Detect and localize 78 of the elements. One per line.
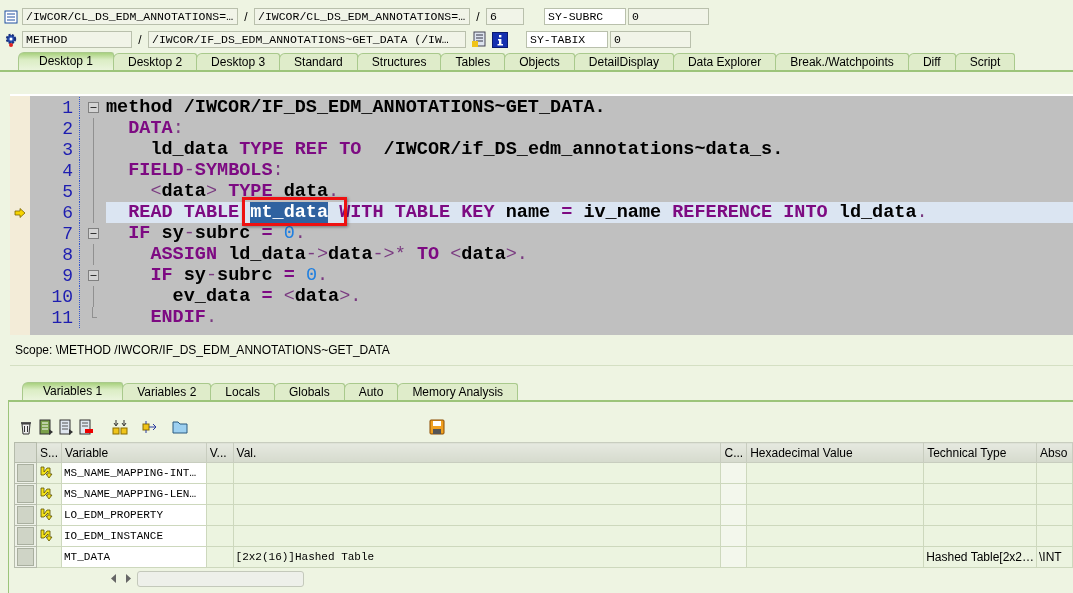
tab[interactable]: Script	[954, 53, 1016, 70]
tab[interactable]: DetailDisplay	[573, 53, 674, 70]
code-line: IF sy-subrc = 0.	[149, 265, 330, 286]
path-separator: /	[243, 9, 249, 24]
tab[interactable]: Variables 1	[22, 382, 124, 400]
tab[interactable]: Desktop 2	[113, 53, 198, 70]
column-header[interactable]: Val.	[233, 442, 721, 463]
line-number: 5	[61, 181, 73, 202]
tab[interactable]: Locals	[210, 383, 275, 400]
document-icon[interactable]	[38, 419, 54, 435]
program-field[interactable]: /IWCOR/CL_DS_EDM_ANNOTATIONS=…	[22, 8, 238, 25]
column-header[interactable]: Abso	[1036, 442, 1073, 463]
info-icon[interactable]	[492, 31, 508, 48]
program-field[interactable]: METHOD	[22, 31, 132, 48]
program-field[interactable]: 6	[486, 8, 524, 25]
table-cell: [2x2(16)]Hashed Table	[233, 546, 721, 568]
path-separator: /	[137, 32, 143, 47]
code-line: FIELD-SYMBOLS:	[127, 160, 285, 181]
tab[interactable]: Structures	[356, 53, 442, 70]
column-header[interactable]: V...	[206, 442, 234, 463]
trash-icon[interactable]	[18, 419, 34, 435]
scroll-left-icon[interactable]	[109, 571, 119, 586]
collapse-icon[interactable]	[87, 270, 99, 281]
code-line: ld_data TYPE REF TO /IWCOR/if_DS_edm_annotations~data_s.	[149, 139, 785, 160]
tab[interactable]: Standard	[279, 53, 358, 70]
line-number: 2	[61, 118, 73, 139]
folder-icon[interactable]	[172, 419, 188, 435]
path-separator: /	[475, 9, 481, 24]
scope-label: Scope: \METHOD /IWCOR/IF_DS_EDM_ANNOTATIONS~GET_DATA	[14, 342, 391, 359]
line-number: 8	[61, 244, 73, 265]
code-line: ENDIF.	[149, 307, 219, 328]
system-field-name: SY-SUBRC	[544, 8, 626, 25]
line-number: 9	[61, 265, 73, 286]
code-line: DATA:	[127, 118, 185, 139]
scroll-right-icon[interactable]	[123, 571, 133, 586]
document-remove-icon[interactable]	[78, 419, 94, 435]
system-field-value: 0	[610, 31, 691, 48]
tab[interactable]: Desktop 3	[196, 53, 281, 70]
system-field-value: 0	[628, 8, 709, 25]
code-line: <data> TYPE data.	[149, 181, 341, 202]
tab[interactable]: Break./Watchpoints	[775, 53, 909, 70]
tab[interactable]: Desktop 1	[18, 52, 115, 70]
arrows-down-icon[interactable]	[112, 419, 128, 435]
save-icon[interactable]	[429, 419, 445, 435]
line-number: 1	[61, 97, 73, 118]
line-number: 7	[61, 223, 73, 244]
program-field[interactable]: /IWCOR/IF_DS_EDM_ANNOTATIONS~GET_DATA (/IW…	[148, 31, 466, 48]
column-header[interactable]: Technical Type	[923, 442, 1037, 463]
column-header[interactable]: C...	[720, 442, 747, 463]
code-line: IF sy-subrc = 0.	[127, 223, 307, 244]
collapse-icon[interactable]	[87, 102, 99, 113]
line-number: 4	[61, 160, 73, 181]
line-number: 3	[61, 139, 73, 160]
column-header[interactable]: S...	[36, 442, 62, 463]
collapse-icon[interactable]	[87, 228, 99, 239]
document-icon[interactable]	[58, 419, 74, 435]
system-field-name: SY-TABIX	[526, 31, 608, 48]
tab[interactable]: Globals	[274, 383, 345, 400]
line-number: 10	[50, 286, 73, 307]
gear-icon[interactable]	[3, 31, 19, 48]
tab[interactable]: Tables	[440, 53, 506, 70]
arrow-icon[interactable]	[142, 419, 158, 435]
tab[interactable]: Diff	[907, 53, 956, 70]
code-line: ASSIGN ld_data->data->* TO <data>.	[149, 244, 529, 265]
column-header[interactable]: Variable	[61, 442, 207, 463]
program-field[interactable]: /IWCOR/CL_DS_EDM_ANNOTATIONS=…	[254, 8, 470, 25]
list-icon[interactable]	[3, 8, 19, 25]
code-line: method /IWCOR/IF_DS_EDM_ANNOTATIONS~GET_DATA.	[106, 97, 607, 118]
tab[interactable]: Variables 2	[122, 383, 212, 400]
tab[interactable]: Data Explorer	[672, 53, 777, 70]
scrollbar-thumb[interactable]	[137, 570, 304, 587]
tab[interactable]: Objects	[504, 53, 575, 70]
code-line: ev_data = <data>.	[171, 286, 363, 307]
column-header[interactable]: Hexadecimal Value	[746, 442, 924, 463]
line-number: 11	[50, 307, 73, 328]
tab[interactable]: Auto	[343, 383, 399, 400]
tab[interactable]: Memory Analysis	[397, 383, 519, 400]
line-number: 6	[61, 202, 73, 223]
